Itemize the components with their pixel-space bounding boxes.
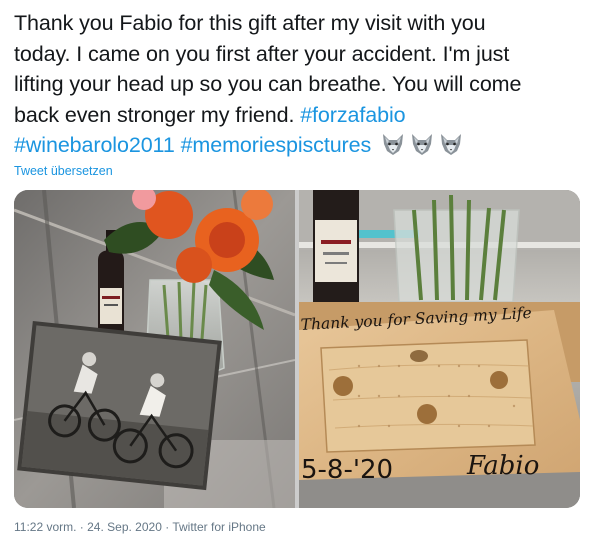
photo-left-image [14, 190, 295, 508]
hashtag-forzafabio[interactable]: #forzafabio [300, 103, 405, 127]
photo-wine-holder-board[interactable]: Thank you for Saving my Life 5-8-'20 Fab… [299, 190, 580, 508]
translate-tweet-link[interactable]: Tweet übersetzen [14, 164, 113, 178]
hashtag-winebarolo2011[interactable]: #winebarolo2011 [14, 133, 175, 157]
photo-flowers-wine-cycling[interactable] [14, 190, 295, 508]
tweet-text: Thank you Fabio for this gift after my v… [14, 8, 584, 161]
tweet-timestamp[interactable]: 11:22 vorm. · 24. Sep. 2020 · Twitter fo… [14, 520, 266, 534]
wolf-emoji-icon [412, 134, 433, 155]
wolf-emoji-icon [441, 134, 462, 155]
tweet-media: Thank you for Saving my Life 5-8-'20 Fab… [14, 190, 580, 508]
tweet-line-4-text: back even stronger my friend. [14, 102, 301, 127]
wolf-emoji-icon [383, 134, 404, 155]
board-date: 5-8-'20 [301, 455, 393, 485]
tweet-line-1: Thank you Fabio for this gift after my v… [14, 11, 486, 35]
tweet-line-5: #winebarolo2011 #memoriespisctures [14, 130, 584, 161]
board-signature: Fabio [466, 451, 539, 481]
tweet-line-2: today. I came on you first after your ac… [14, 41, 510, 66]
photo-right-image: Thank you for Saving my Life 5-8-'20 Fab… [299, 190, 580, 508]
tweet-line-3: lifting your head up so you can breathe.… [14, 72, 522, 96]
tweet-line-4: back even stronger my friend. #forzafabi… [14, 100, 584, 131]
hashtag-memoriespisctures[interactable]: #memoriespisctures [181, 133, 372, 157]
